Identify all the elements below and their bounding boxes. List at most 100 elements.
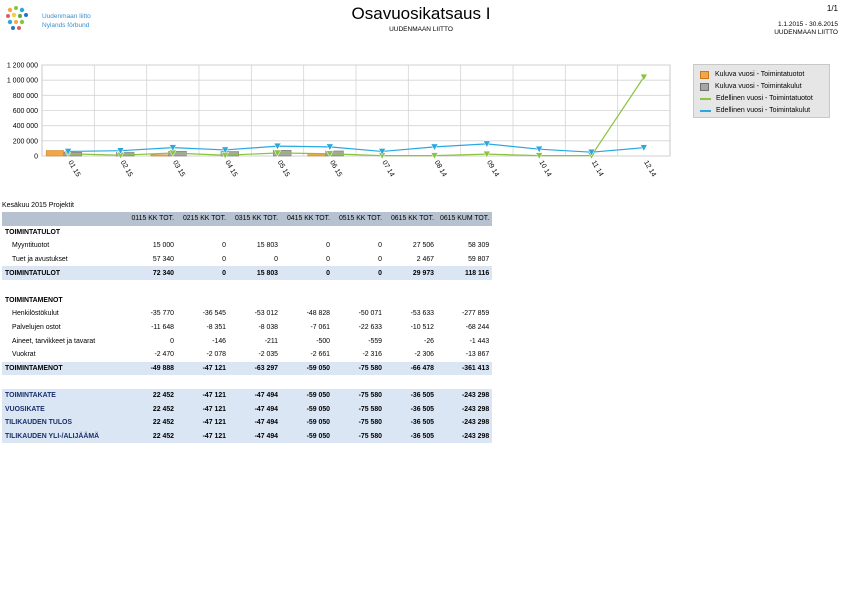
table-cell: 0 [222,256,226,264]
table-cell: 0 [378,242,382,250]
table-cell: -47 494 [229,402,281,416]
column-header: 0415 KK TOT. [281,212,333,226]
table-cell: -48 828 [306,310,330,318]
table-cell: 15 000 [152,242,174,250]
table-cell: -47 121 [177,429,229,444]
x-tick-label: 07 14 [380,160,395,179]
table-cell: 72 340 [125,266,177,280]
table-cell: 0 [326,242,330,250]
y-tick-label: 200 000 [13,138,38,145]
legend-label: Edellinen vuosi - Toimintakulut [716,107,811,114]
table-cell: -8 038 [258,324,278,332]
table-cell: 15 803 [256,242,278,250]
table-cell: 22 452 [125,388,177,403]
table-cell [177,294,229,308]
bar [150,154,169,157]
table-cell: -49 888 [125,361,177,376]
table-cell: -2 316 [362,351,382,359]
row-label: Vuokrat [12,351,36,359]
monthly-chart: 0 200 000 400 000 600 000 800 000 1 000 000 1 … [7,63,671,179]
table-cell [125,226,177,240]
row-label: TILIKAUDEN TULOS [2,415,125,430]
table-cell [385,280,437,294]
table-cell [437,294,492,308]
report-title: Osavuosikatsaus I [351,4,491,23]
y-tick-label: 1 200 000 [7,63,38,70]
table-cell [333,375,385,389]
table-cell: -2 078 [206,351,226,359]
y-tick-label: 600 000 [13,108,38,115]
table-cell: -47 121 [177,402,229,416]
table-row: Vuokrat -2 470 -2 078 -2 035 -2 661 -2 316 -2 … [2,348,492,362]
table-cell: 0 [326,256,330,264]
table-cell: -559 [368,337,382,345]
table-cell: -22 633 [358,324,382,332]
legend-label: Kuluva vuosi - Toimintatuotot [715,71,805,78]
table-cell [385,226,437,240]
table-cell: -500 [316,337,330,345]
table-cell: 15 803 [229,266,281,280]
table-row: TILIKAUDEN YLI-/ALIJÄÄMÄ 22 452 -47 121 -47… [2,429,493,444]
table-cell [125,280,177,294]
legend-swatch-line-blue [700,109,711,112]
legend-swatch-bar-orange [700,70,709,79]
table-cell: 0 [378,256,382,264]
report-period: 1.1.2015 - 30.6.2015 [778,21,838,28]
table-cell: -1 443 [469,337,490,345]
table-cell: -75 580 [333,429,385,444]
x-tick-label: 11 14 [590,160,605,178]
table-cell: -243 298 [437,429,493,444]
table-cell: -47 121 [177,388,229,403]
table-cell: 57 340 [152,256,174,264]
y-tick-label: 800 000 [13,93,38,100]
table-cell: -59 050 [281,388,333,403]
table-cell: -47 121 [177,415,229,430]
table-row: Palvelujen ostot -11 648 -8 351 -8 038 -7 06… [2,321,492,335]
table-row: VUOSIKATE 22 452 -47 121 -47 494 -59 050 -75 … [2,402,493,416]
table-cell [333,226,385,240]
table-cell [177,375,229,389]
table-cell: -26 [424,337,434,345]
legend-item: Edellinen vuosi - Toimintatuotot [700,93,813,104]
report-org: UUDENMAAN LIITTO [774,29,838,36]
table-cell: -47 494 [229,388,281,403]
table-cell [281,280,333,294]
table-cell: -243 298 [437,415,493,430]
column-header: 0615 KK TOT. [385,212,437,226]
row-label [2,375,125,389]
table-cell: 2 467 [416,256,434,264]
table-cell: 58 309 [468,242,490,250]
table-cell [281,375,333,389]
legend-item: Kuluva vuosi - Toimintatuotot [700,69,804,80]
legend-item: Edellinen vuosi - Toimintakulut [700,105,810,116]
table-cell: -211 [264,337,278,345]
table-cell: -2 470 [154,351,174,359]
table-cell [437,226,492,240]
table-cell: 118 116 [437,266,493,280]
table-cell: -36 505 [385,388,437,403]
table-cell [281,226,333,240]
table-cell: -11 648 [151,324,174,332]
row-label: TOIMINTAMENOT [5,296,63,304]
x-tick-label: 09 14 [485,160,500,179]
table-cell: -146 [212,337,226,345]
table-row: Aineet, tarvikkeet ja tavarat 0 -146 -211 -5… [2,334,492,348]
table-cell: 0 [274,256,278,264]
table-row: TOIMINTAKATE 22 452 -47 121 -47 494 -59 050-… [2,388,493,403]
table-cell [281,294,333,308]
table-cell [125,294,177,308]
table-cell: -75 580 [333,361,385,376]
y-tick-label: 0 [34,154,38,161]
x-tick-label: 05 15 [276,160,291,179]
row-label [2,280,125,294]
row-label: Aineet, tarvikkeet ja tavarat [12,337,96,345]
legend-label: Edellinen vuosi - Toimintatuotot [716,95,813,102]
legend-item: Kuluva vuosi - Toimintakulut [700,81,802,92]
table-cell: 0 [170,337,174,345]
x-tick-label: 01 15 [66,160,81,179]
table-cell: -35 770 [150,310,174,318]
table-cell: -243 298 [437,388,493,403]
table-cell: -53 012 [254,310,278,318]
bar [45,150,65,157]
table-cell: -2 661 [310,351,330,359]
